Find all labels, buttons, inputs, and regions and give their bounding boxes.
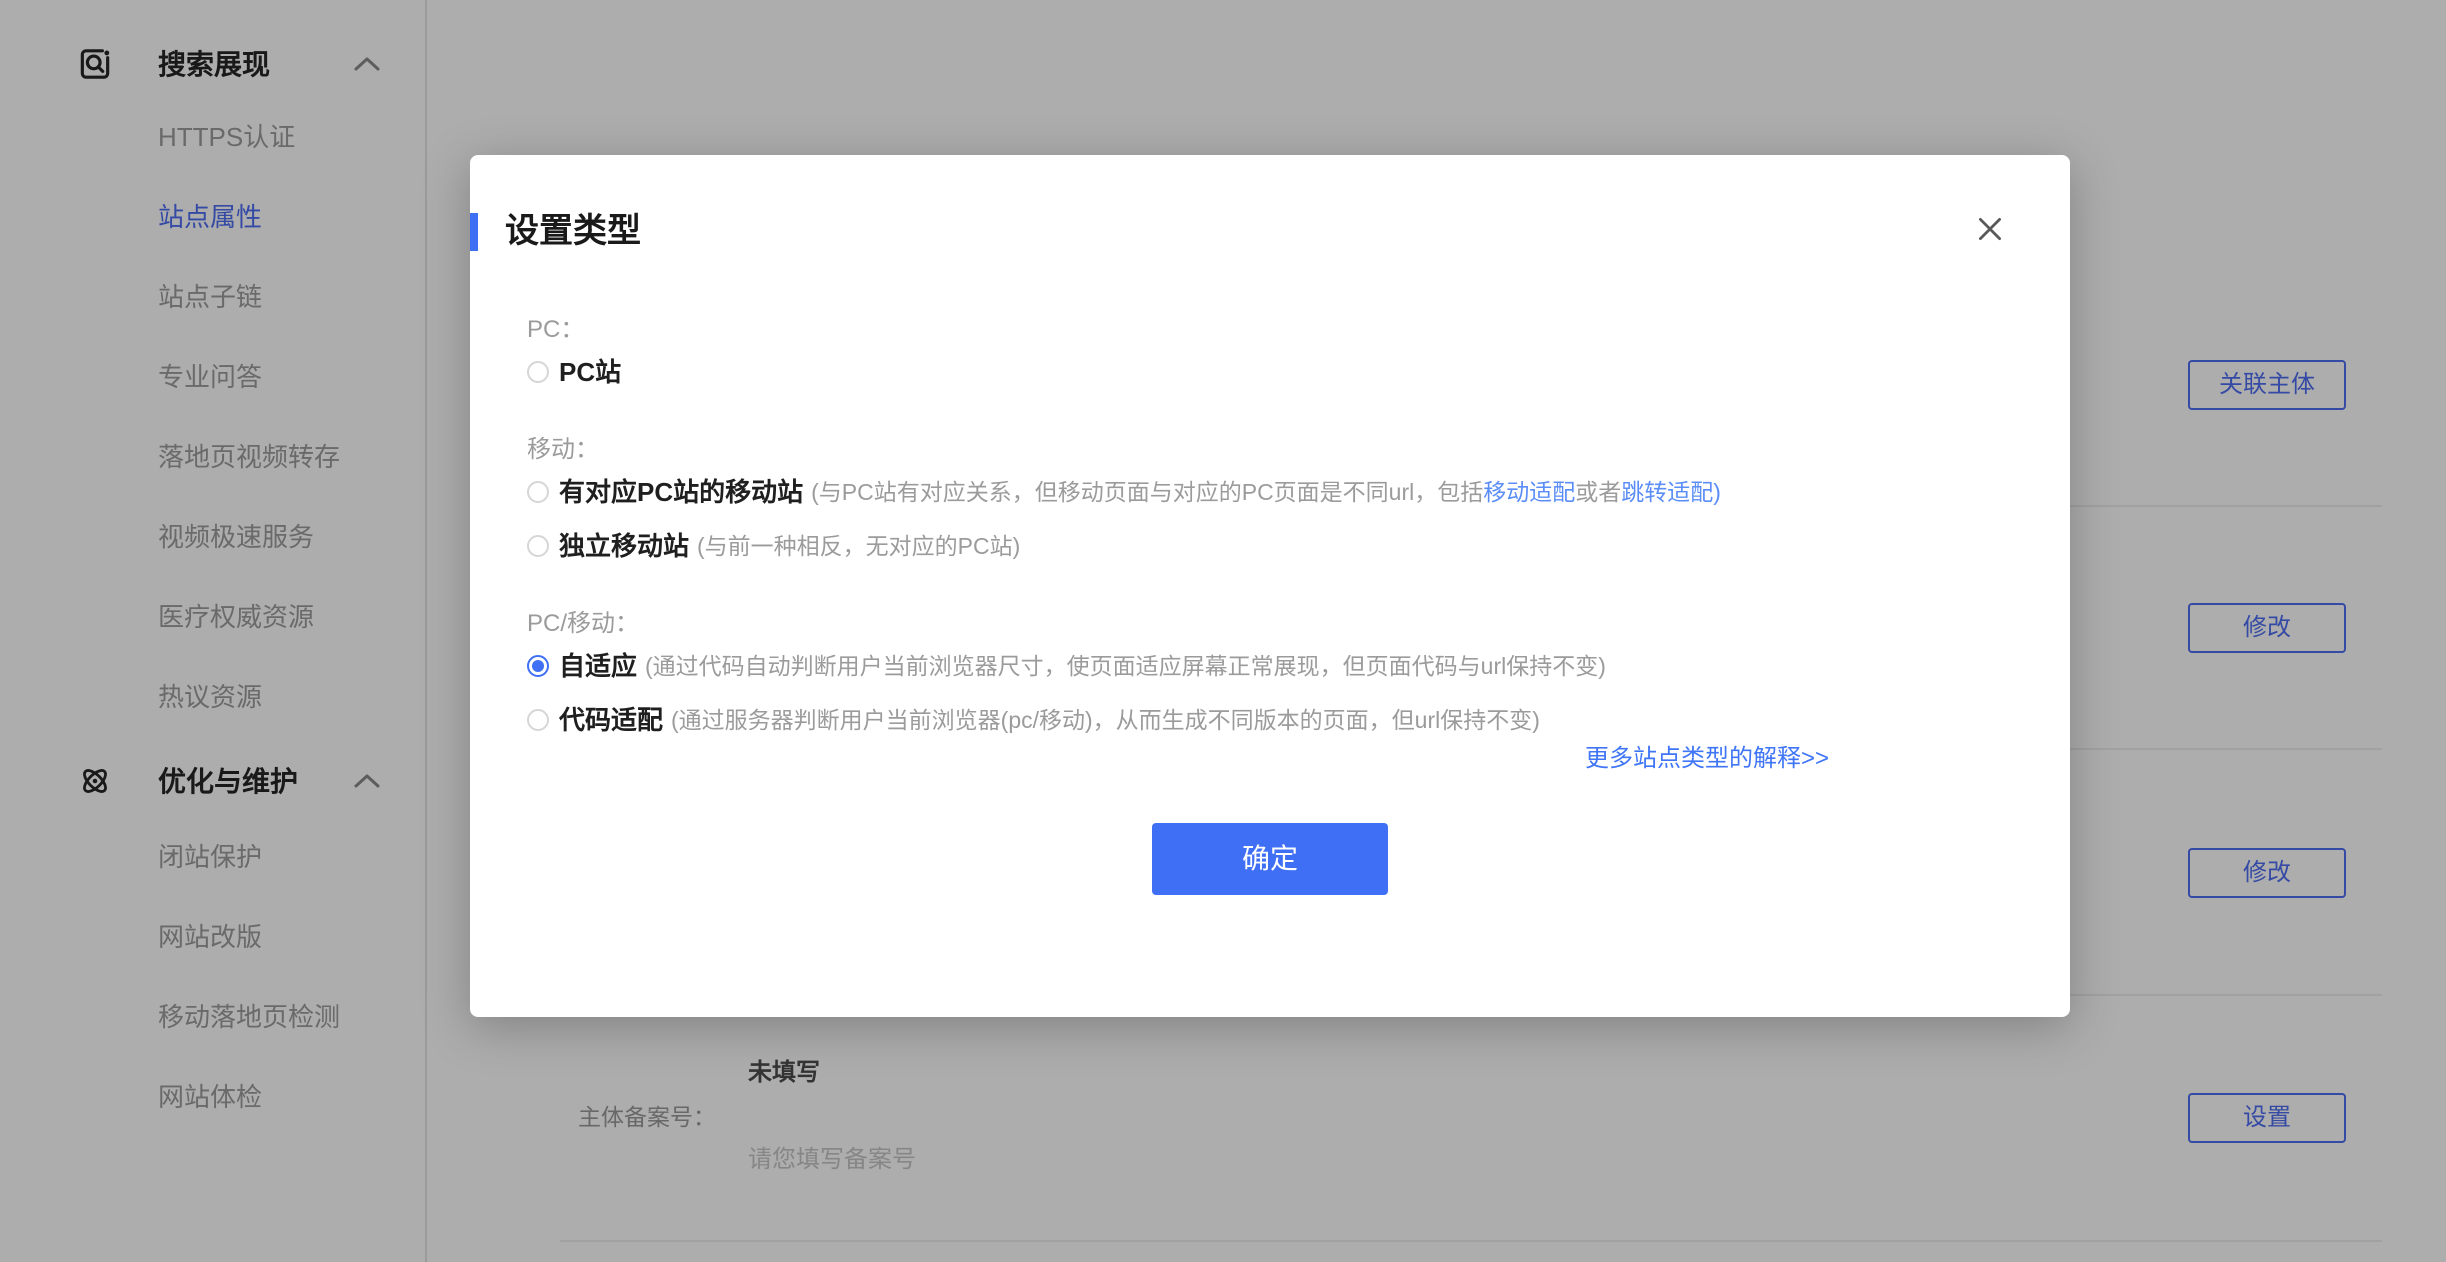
set-type-modal: 设置类型 PC： PC站移动： 有对应PC站的移动站 (与PC站有对应关系，但移动页面… <box>470 155 2070 1017</box>
radio-group-label: PC/移动： <box>527 609 639 639</box>
radio-group-label: PC： <box>527 315 584 345</box>
description-text: (与PC站有对应关系，但移动页面与对应的PC页面是不同url，包括 <box>811 479 1483 505</box>
more-site-types-link[interactable]: 更多站点类型的解释>> <box>1585 743 1829 775</box>
radio-option[interactable]: 自适应 (通过代码自动判断用户当前浏览器尺寸，使页面适应屏幕正常展现，但页面代码与… <box>527 651 1606 681</box>
radio-option-label: 自适应 <box>559 651 637 681</box>
radio-button[interactable] <box>527 481 549 503</box>
confirm-button[interactable]: 确定 <box>1152 823 1388 895</box>
radio-option-description: (与前一种相反，无对应的PC站) <box>697 531 1020 561</box>
radio-button[interactable] <box>527 709 549 731</box>
radio-button-selected[interactable] <box>527 655 549 677</box>
radio-option[interactable]: 代码适配 (通过服务器判断用户当前浏览器(pc/移动)，从而生成不同版本的页面，但… <box>527 705 1540 735</box>
radio-option[interactable]: 独立移动站 (与前一种相反，无对应的PC站) <box>527 531 1020 561</box>
radio-button[interactable] <box>527 361 549 383</box>
radio-option[interactable]: PC站 <box>527 357 621 387</box>
radio-option-description: (与PC站有对应关系，但移动页面与对应的PC页面是不同url，包括移动适配或者跳… <box>811 477 1721 507</box>
radio-button[interactable] <box>527 535 549 557</box>
radio-option-label: 独立移动站 <box>559 531 689 561</box>
description-text: (通过服务器判断用户当前浏览器(pc/移动)，从而生成不同版本的页面，但url保… <box>671 707 1540 733</box>
app: 搜索展现 HTTPS认证站点属性站点子链专业问答落地页视频转存视频极速服务医疗权… <box>0 0 2446 1262</box>
description-text: (通过代码自动判断用户当前浏览器尺寸，使页面适应屏幕正常展现，但页面代码与url… <box>645 653 1606 679</box>
radio-group-label: 移动： <box>527 435 599 465</box>
radio-option-label: 代码适配 <box>559 705 663 735</box>
radio-option[interactable]: 有对应PC站的移动站 (与PC站有对应关系，但移动页面与对应的PC页面是不同url… <box>527 477 1721 507</box>
radio-option-label: 有对应PC站的移动站 <box>559 477 803 507</box>
radio-option-label: PC站 <box>559 357 621 387</box>
close-icon[interactable] <box>1974 213 2006 245</box>
radio-option-description: (通过服务器判断用户当前浏览器(pc/移动)，从而生成不同版本的页面，但url保… <box>671 705 1540 735</box>
inline-link[interactable]: 跳转适配) <box>1621 479 1721 505</box>
inline-link[interactable]: 移动适配 <box>1483 479 1575 505</box>
radio-option-description: (通过代码自动判断用户当前浏览器尺寸，使页面适应屏幕正常展现，但页面代码与url… <box>645 651 1606 681</box>
title-accent-bar <box>470 213 478 251</box>
radio-groups: PC： PC站移动： 有对应PC站的移动站 (与PC站有对应关系，但移动页面与对应的P… <box>527 315 2030 759</box>
modal-title: 设置类型 <box>505 209 641 253</box>
description-text: 或者 <box>1575 479 1621 505</box>
description-text: (与前一种相反，无对应的PC站) <box>697 533 1020 559</box>
